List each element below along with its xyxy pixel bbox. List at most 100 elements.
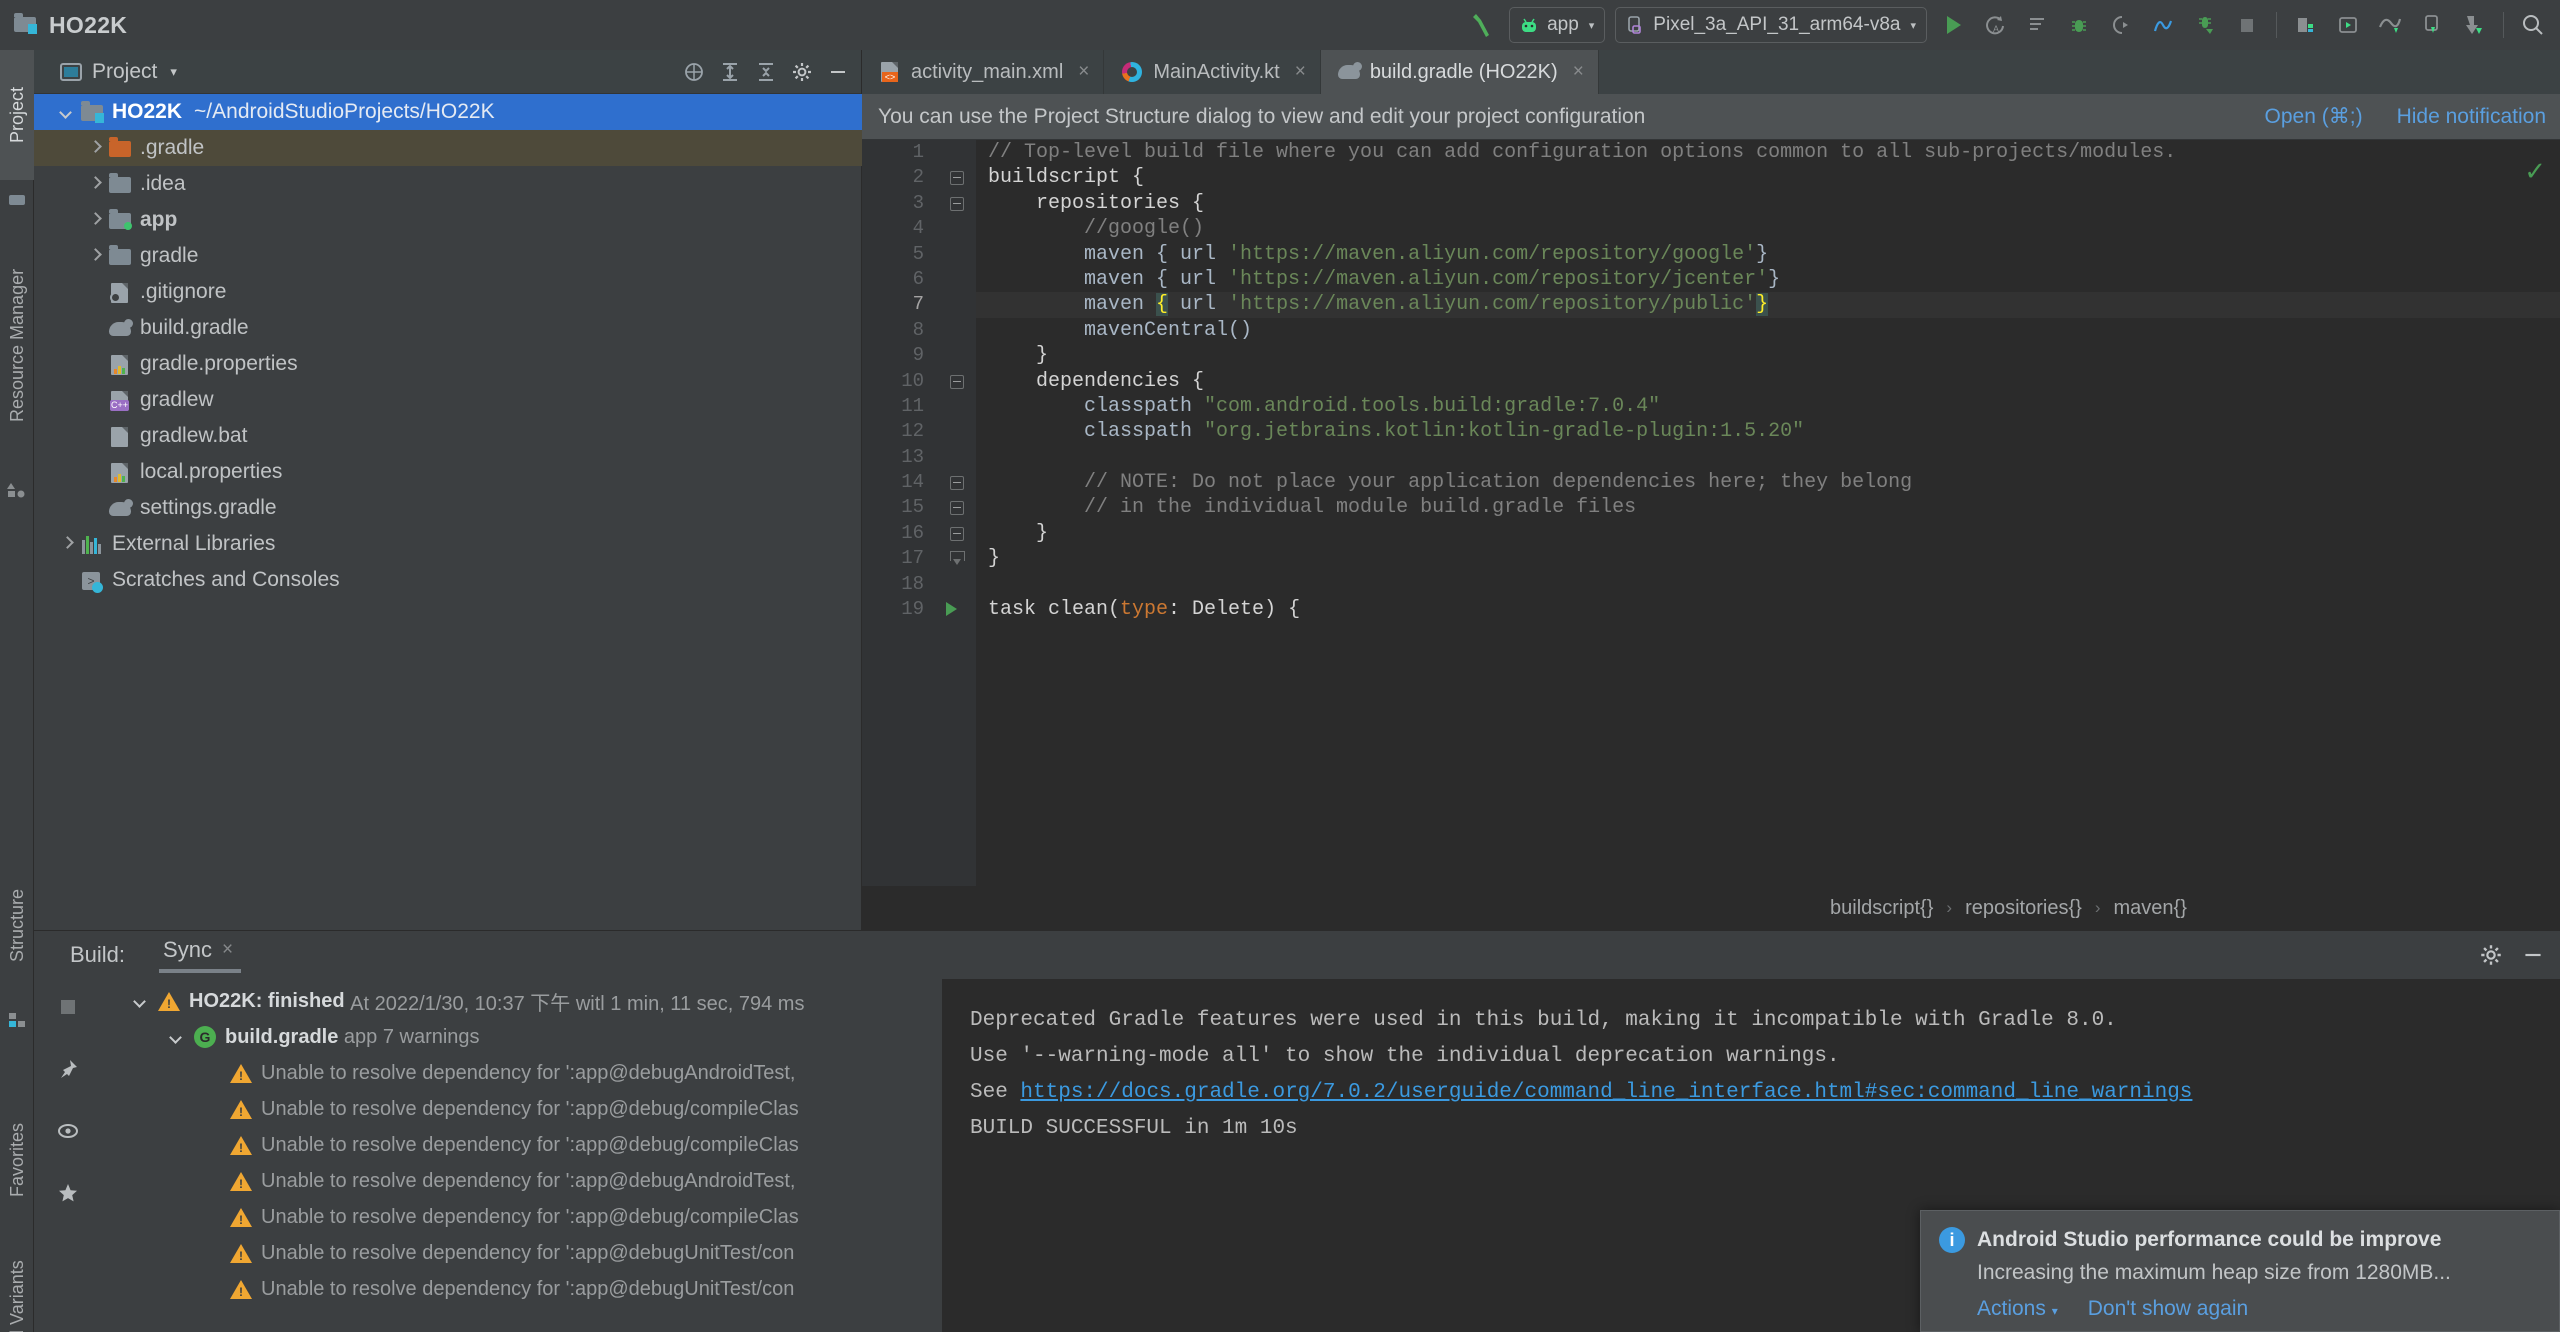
collapse-all-icon[interactable] [751,57,781,87]
layout-inspector-icon[interactable] [2411,4,2453,46]
chevron-right-icon[interactable] [86,247,104,265]
tab-mainactivity-kt[interactable]: MainActivity.kt × [1104,50,1321,94]
code-line[interactable]: 19 task clean(type: Delete) { [862,597,2560,622]
tree-item-external-libraries[interactable]: External Libraries [34,526,862,562]
tree-item-gradle-properties[interactable]: gradle.properties [34,346,862,382]
fold-toggle-icon[interactable] [950,374,964,389]
code-line[interactable]: 5 maven { url 'https://maven.aliyun.com/… [862,242,2560,267]
code-line[interactable]: 9 } [862,343,2560,368]
code-line[interactable]: 11 classpath "com.android.tools.build:gr… [862,394,2560,419]
tree-item-gradle[interactable]: gradle [34,238,862,274]
settings-gear-icon[interactable] [2478,942,2504,968]
code-line[interactable]: 3 repositories { [862,191,2560,216]
run-configuration-selector[interactable]: app ▾ [1509,7,1606,43]
profiler-icon[interactable] [2142,4,2184,46]
fold-toggle-icon[interactable] [950,476,964,491]
build-tree-row[interactable]: Unable to resolve dependency for ':app@d… [102,1127,942,1163]
sdk-manager-icon[interactable] [2285,4,2327,46]
search-icon[interactable] [2512,4,2554,46]
code-line[interactable]: 4 //google() [862,216,2560,241]
tree-item-app[interactable]: app [34,202,862,238]
code-line[interactable]: 7 maven { url 'https://maven.aliyun.com/… [862,292,2560,319]
hammer-build-icon[interactable] [1462,4,1504,46]
fold-toggle-icon[interactable] [950,501,964,516]
tree-item-gradlew-bat[interactable]: gradlew.bat [34,418,862,454]
chevron-down-icon[interactable] [132,992,150,1010]
eye-icon[interactable] [54,1117,82,1145]
code-line[interactable]: 10 dependencies { [862,369,2560,394]
code-line[interactable]: 13 [862,445,2560,470]
apply-code-changes-icon[interactable] [2016,4,2058,46]
build-tree-row[interactable]: Unable to resolve dependency for ':app@d… [102,1235,942,1271]
tab-activity-main-xml[interactable]: <> activity_main.xml × [862,50,1105,94]
hide-notification-link[interactable]: Hide notification [2397,105,2546,129]
fold-end-icon[interactable] [950,551,965,567]
code-line[interactable]: 1 // Top-level build file where you can a… [862,140,2560,165]
popup-actions-link[interactable]: Actions ▾ [1977,1297,2058,1321]
sidebar-item-build-variants[interactable]: Build Variants [0,1240,34,1332]
gradle-sync-icon[interactable] [2453,4,2495,46]
close-icon[interactable]: × [1573,61,1584,83]
close-icon[interactable]: × [1295,61,1306,83]
chevron-right-icon[interactable] [86,211,104,229]
performance-notification-popup[interactable]: i Android Studio performance could be im… [1920,1210,2560,1332]
build-tree-row[interactable]: Unable to resolve dependency for ':app@d… [102,1199,942,1235]
chevron-right-icon[interactable] [58,535,76,553]
build-tree-row[interactable]: Unable to resolve dependency for ':app@d… [102,1055,942,1091]
code-line[interactable]: 8 mavenCentral() [862,318,2560,343]
tab-sync[interactable]: Sync × [159,937,242,973]
device-file-explorer-icon[interactable] [2369,4,2411,46]
tree-item-ho22k[interactable]: HO22K ~/AndroidStudioProjects/HO22K [34,94,862,130]
open-project-structure-link[interactable]: Open (⌘;) [2265,104,2363,129]
chevron-down-icon[interactable] [168,1028,186,1046]
select-opened-file-icon[interactable] [679,57,709,87]
run-with-coverage-icon[interactable] [2184,4,2226,46]
close-icon[interactable]: × [222,939,233,961]
sidebar-item-structure[interactable]: Structure [0,850,34,1000]
build-result-tree[interactable]: HO22K: finished At 2022/1/30, 10:37 下午 w… [102,979,942,1332]
pin-icon[interactable] [54,1055,82,1083]
hide-panel-icon[interactable] [2520,942,2546,968]
tab-build-gradle[interactable]: build.gradle (HO22K) × [1320,50,1599,94]
tree-item-gitignore[interactable]: .gitignore [34,274,862,310]
device-selector[interactable]: Pixel_3a_API_31_arm64-v8a ▾ [1615,7,1927,43]
breadcrumb-item-repositories[interactable]: repositories{} [1965,897,2082,920]
avd-manager-icon[interactable] [2327,4,2369,46]
code-line[interactable]: 6 maven { url 'https://maven.aliyun.com/… [862,267,2560,292]
run-icon[interactable] [1932,4,1974,46]
fold-toggle-icon[interactable] [950,526,964,541]
chevron-right-icon[interactable] [86,175,104,193]
resource-manager-tab-icon[interactable] [7,190,27,210]
build-tree-row[interactable]: Gbuild.gradle app 7 warnings [102,1019,942,1055]
build-tree-row[interactable]: HO22K: finished At 2022/1/30, 10:37 下午 w… [102,983,942,1019]
code-line[interactable]: 16 } [862,521,2560,546]
build-tree-row[interactable]: Unable to resolve dependency for ':app@d… [102,1271,942,1307]
popup-dont-show-again-link[interactable]: Don't show again [2088,1297,2248,1321]
code-line[interactable]: 17} [862,546,2560,571]
code-line[interactable]: 12 classpath "org.jetbrains.kotlin:kotli… [862,419,2560,444]
tree-item-build-gradle[interactable]: build.gradle [34,310,862,346]
sidebar-item-resource-manager[interactable]: Resource Manager [0,220,34,470]
fold-toggle-icon[interactable] [950,196,964,211]
tree-item-dot-gradle[interactable]: .gradle [34,130,862,166]
code-line[interactable]: 2 buildscript { [862,165,2560,190]
code-line[interactable]: 18 [862,572,2560,597]
sidebar-item-project[interactable]: Project [0,50,34,180]
tree-item-dot-idea[interactable]: .idea [34,166,862,202]
build-tree-row[interactable]: Unable to resolve dependency for ':app@d… [102,1091,942,1127]
build-tree-row[interactable]: Unable to resolve dependency for ':app@d… [102,1163,942,1199]
sidebar-item-favorites[interactable]: Favorites [0,1090,34,1230]
stop-icon[interactable] [2226,4,2268,46]
breadcrumb-item-maven[interactable]: maven{} [2114,897,2187,920]
code-line[interactable]: 15 // in the individual module build.gra… [862,495,2560,520]
attach-debugger-icon[interactable] [2100,4,2142,46]
tree-item-gradlew[interactable]: C++ gradlew [34,382,862,418]
chevron-right-icon[interactable] [86,139,104,157]
expand-all-icon[interactable] [715,57,745,87]
fold-toggle-icon[interactable] [950,171,964,186]
stop-icon[interactable] [54,993,82,1021]
debug-icon[interactable] [2058,4,2100,46]
tree-item-local-properties[interactable]: local.properties [34,454,862,490]
star-icon[interactable] [54,1179,82,1207]
hide-panel-icon[interactable] [823,57,853,87]
